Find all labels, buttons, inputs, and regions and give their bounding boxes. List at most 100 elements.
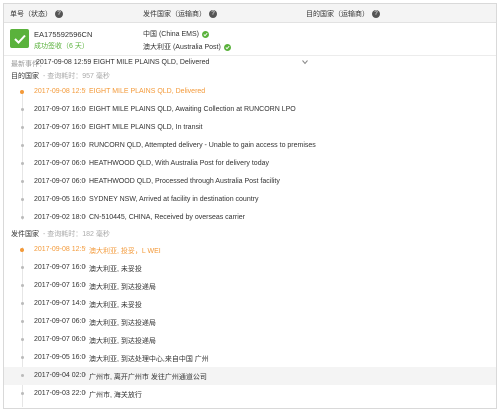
timeline-dot-icon — [21, 356, 24, 359]
event-time: 2017-09-02 18:00 — [34, 408, 86, 409]
event-row: 2017-09-07 16:00 EIGHT MILE PLAINS QLD, I… — [4, 119, 496, 137]
event-description: 澳大利亚, 未妥投 — [89, 266, 142, 273]
origin-section-label: 发件国家 — [11, 231, 39, 238]
event-time: 2017-09-07 16:00 — [34, 124, 86, 131]
event-row: 2017-09-07 06:00 HEATHWOOD QLD, With Aust… — [4, 155, 496, 173]
event-description: 澳大利亚, 到达处理中心,来自中国 广州 — [89, 356, 209, 363]
event-description: CN-510445, CHINA, Received by overseas c… — [89, 214, 246, 221]
event-description: 澳大利亚, 到达投递局 — [89, 338, 156, 345]
origin-event-list: 2017-09-08 12:59 澳大利亚, 投妥，L WEI 2017-09-07… — [4, 241, 496, 409]
timeline-dot-icon — [21, 144, 24, 147]
latest-event-row[interactable]: 最新事件： 2017-09-08 12:59 EIGHT MILE PLAINS… — [4, 57, 496, 69]
timeline-dot-icon — [20, 248, 24, 252]
timeline-dot-icon — [21, 320, 24, 323]
event-time: 2017-09-07 06:00 — [34, 178, 86, 185]
delivered-check-icon — [10, 29, 29, 48]
event-row: 2017-09-08 12:59 澳大利亚, 投妥，L WEI — [4, 241, 496, 259]
event-time: 2017-09-07 16:00 — [34, 282, 86, 289]
help-icon[interactable]: ? — [209, 9, 217, 18]
event-time: 2017-09-08 12:59 — [34, 88, 86, 95]
event-row: 2017-09-04 02:00 广州市, 离开广州市 发往广州通道公司 — [4, 367, 496, 385]
dest-event-list: 2017-09-08 12:59 EIGHT MILE PLAINS QLD, D… — [4, 83, 496, 227]
event-description: EIGHT MILE PLAINS QLD, Awaiting Collecti… — [89, 106, 296, 113]
origin-carrier-label: 中国 (China EMS) — [143, 31, 200, 38]
event-time: 2017-09-05 16:00 — [34, 354, 86, 361]
event-row: 2017-09-07 16:00 EIGHT MILE PLAINS QLD, A… — [4, 101, 496, 119]
event-row: 2017-09-03 22:00 广州市, 海关放行 — [4, 385, 496, 403]
event-description: SYDNEY NSW, Arrived at facility in desti… — [89, 196, 259, 203]
event-description: 广州市, 离开广州市 发往广州通道公司 — [89, 374, 207, 381]
delivery-status: 成功签收（6 天） — [34, 43, 89, 50]
result-table-header: 单号（状态） ? 发件国家（运输商） ? 目的国家（运输商） ? — [4, 4, 496, 23]
event-row: 2017-09-02 18:00广州市, 中国邮政速递物流股份有限公司广州市北区… — [4, 403, 496, 409]
event-time: 2017-09-05 16:00 — [34, 196, 86, 203]
tracking-summary-row[interactable]: EA175592596CN 成功签收（6 天） 中国 (China EMS) 澳… — [4, 24, 496, 56]
help-icon[interactable]: ? — [55, 9, 63, 18]
event-row: 2017-09-07 14:00 澳大利亚, 未妥投 — [4, 295, 496, 313]
event-row: 2017-09-07 06:00 澳大利亚, 到达投递局 — [4, 313, 496, 331]
event-description: 澳大利亚, 到达投递局 — [89, 320, 156, 327]
header-dest-label: 目的国家（运输商） — [306, 10, 369, 18]
check-circle-icon — [202, 30, 210, 38]
origin-carrier: 中国 (China EMS) — [143, 29, 210, 39]
event-row: 2017-09-05 16:00 澳大利亚, 到达处理中心,来自中国 广州 — [4, 349, 496, 367]
event-description: 澳大利亚, 未妥投 — [89, 302, 142, 309]
timeline-dot-icon — [21, 284, 24, 287]
tracking-result-panel: 单号（状态） ? 发件国家（运输商） ? 目的国家（运输商） ? EA17559… — [3, 3, 497, 409]
dest-query-time: - 查询耗时：957 毫秒 — [43, 73, 110, 80]
header-tracking-col: 单号（状态） ? — [10, 4, 63, 23]
origin-section-title: 发件国家 - 查询耗时：182 毫秒 — [11, 229, 110, 239]
event-row: 2017-09-05 16:00 SYDNEY NSW, Arrived at f… — [4, 191, 496, 209]
event-description: EIGHT MILE PLAINS QLD, In transit — [89, 124, 203, 131]
event-time: 2017-09-07 16:00 — [34, 264, 86, 271]
event-time: 2017-09-08 12:59 — [34, 246, 86, 253]
timeline-dot-icon — [21, 216, 24, 219]
event-description: 广州市, 海关放行 — [89, 392, 142, 399]
timeline-dot-icon — [21, 302, 24, 305]
header-origin-label: 发件国家（运输商） — [143, 10, 206, 18]
timeline-dot-icon — [21, 338, 24, 341]
timeline-dot-icon — [21, 374, 24, 377]
event-row: 2017-09-02 18:00 CN-510445, CHINA, Receiv… — [4, 209, 496, 227]
event-time: 2017-09-02 18:00 — [34, 214, 86, 221]
timeline-dot-icon — [21, 126, 24, 129]
event-time: 2017-09-07 16:00 — [34, 106, 86, 113]
origin-query-time: - 查询耗时：182 毫秒 — [43, 231, 110, 238]
event-description: 澳大利亚, 投妥，L WEI — [89, 248, 161, 255]
dest-carrier-label: 澳大利亚 (Australia Post) — [143, 44, 221, 51]
help-icon[interactable]: ? — [372, 9, 380, 18]
timeline-dot-icon — [21, 180, 24, 183]
event-time: 2017-09-03 22:00 — [34, 390, 86, 397]
timeline-dot-icon — [20, 90, 24, 94]
event-time: 2017-09-04 02:00 — [34, 372, 86, 379]
event-description: 广州市, 中国邮政速递物流股份有限公司广州市北区分公司麓湖揽投部已收件（揽投员姓… — [89, 408, 476, 409]
event-time: 2017-09-07 06:00 — [34, 160, 86, 167]
event-description: HEATHWOOD QLD, Processed through Austral… — [89, 178, 280, 185]
event-description: EIGHT MILE PLAINS QLD, Delivered — [89, 88, 206, 95]
dest-section-label: 目的国家 — [11, 73, 39, 80]
tracking-number[interactable]: EA175592596CN — [34, 30, 92, 39]
header-dest-col: 目的国家（运输商） ? — [306, 4, 380, 23]
event-time: 2017-09-07 14:00 — [34, 300, 86, 307]
event-row: 2017-09-07 16:00 RUNCORN QLD, Attempted d… — [4, 137, 496, 155]
event-row: 2017-09-07 16:00 澳大利亚, 到达投递局 — [4, 277, 496, 295]
dest-section-title: 目的国家 - 查询耗时：957 毫秒 — [11, 71, 110, 81]
event-row: 2017-09-07 06:00 澳大利亚, 到达投递局 — [4, 331, 496, 349]
event-row: 2017-09-08 12:59 EIGHT MILE PLAINS QLD, D… — [4, 83, 496, 101]
timeline-dot-icon — [21, 108, 24, 111]
timeline-dot-icon — [21, 162, 24, 165]
event-time: 2017-09-07 16:00 — [34, 142, 86, 149]
event-description: 澳大利亚, 到达投递局 — [89, 284, 156, 291]
dest-carrier: 澳大利亚 (Australia Post) — [143, 42, 231, 52]
event-time: 2017-09-07 06:00 — [34, 318, 86, 325]
timeline-dot-icon — [21, 198, 24, 201]
check-circle-icon — [223, 43, 231, 51]
event-description: HEATHWOOD QLD, With Australia Post for d… — [89, 160, 269, 167]
timeline-dot-icon — [21, 266, 24, 269]
chevron-down-icon[interactable] — [301, 58, 309, 66]
event-row: 2017-09-07 06:00 HEATHWOOD QLD, Processed… — [4, 173, 496, 191]
header-origin-col: 发件国家（运输商） ? — [143, 4, 217, 23]
header-tracking-label: 单号（状态） — [10, 10, 52, 18]
event-time: 2017-09-07 06:00 — [34, 336, 86, 343]
event-description: RUNCORN QLD, Attempted delivery - Unable… — [89, 142, 316, 149]
